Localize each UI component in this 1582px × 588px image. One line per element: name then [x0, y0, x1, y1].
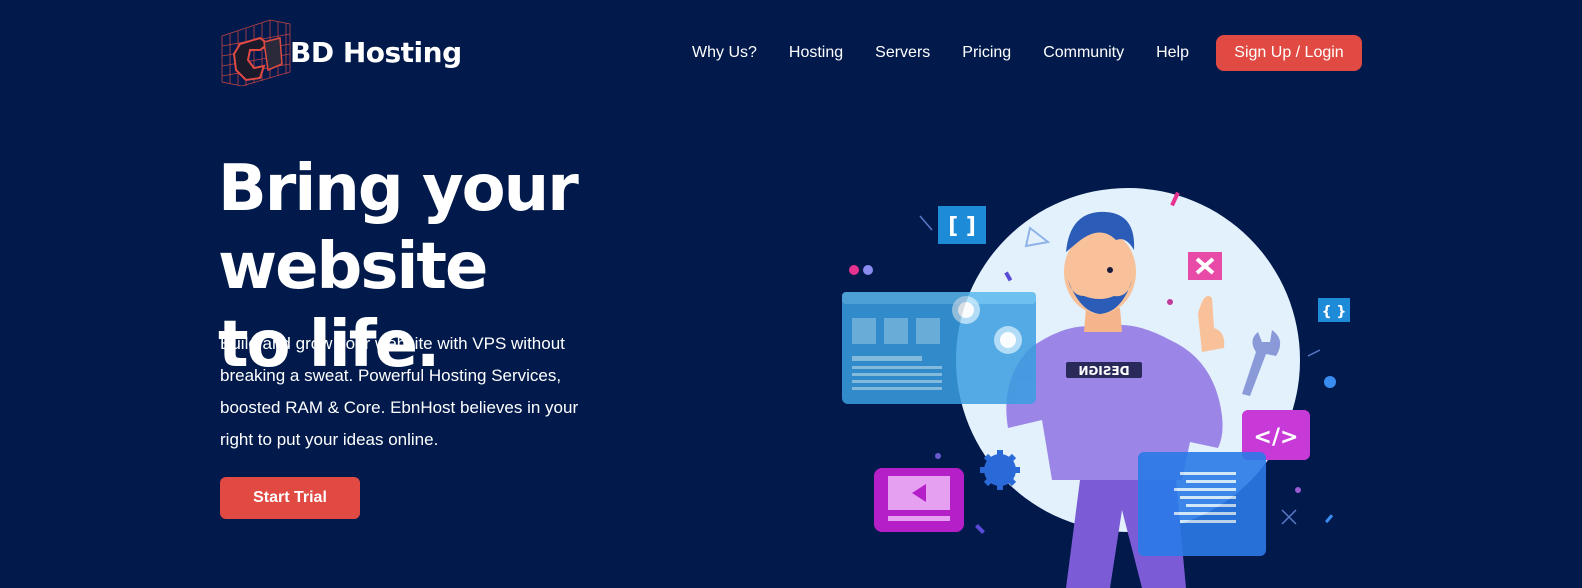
nav-link-servers[interactable]: Servers: [875, 44, 930, 62]
nav-link-hosting[interactable]: Hosting: [789, 44, 843, 62]
brackets-icon: [ ]: [938, 206, 986, 244]
browser-window-graphic: [842, 292, 1036, 404]
main-nav: Why Us? Hosting Servers Pricing Communit…: [692, 36, 1221, 70]
play-icon: [874, 468, 964, 532]
nav-link-community[interactable]: Community: [1043, 44, 1124, 62]
hero-title-line1: Bring your website: [218, 152, 579, 304]
close-icon: [1188, 252, 1222, 280]
logo-mark-icon: [221, 19, 291, 86]
hero-illustration: [ ] { } DESIGN </>: [842, 188, 1350, 588]
logo[interactable]: BD Hosting: [220, 16, 462, 86]
signup-login-button[interactable]: Sign Up / Login: [1216, 35, 1362, 71]
start-trial-button[interactable]: Start Trial: [220, 477, 360, 519]
gear-icon: [980, 450, 1020, 490]
hero-description: Build and grow your website with VPS wit…: [220, 334, 579, 449]
logo-text: BD Hosting: [290, 36, 462, 69]
nav-link-pricing[interactable]: Pricing: [962, 44, 1011, 62]
svg-text:{ }: { }: [1322, 304, 1347, 320]
nav-link-help[interactable]: Help: [1156, 44, 1189, 62]
shirt-text: DESIGN: [1078, 364, 1129, 378]
document-icon: [1138, 452, 1266, 556]
svg-text:[ ]: [ ]: [948, 214, 976, 239]
nav-link-why-us[interactable]: Why Us?: [692, 44, 757, 62]
svg-text:</>: </>: [1254, 425, 1299, 450]
navbar: BD Hosting Why Us? Hosting Servers Prici…: [0, 0, 1582, 110]
brackets-small-icon: { }: [1318, 298, 1350, 322]
